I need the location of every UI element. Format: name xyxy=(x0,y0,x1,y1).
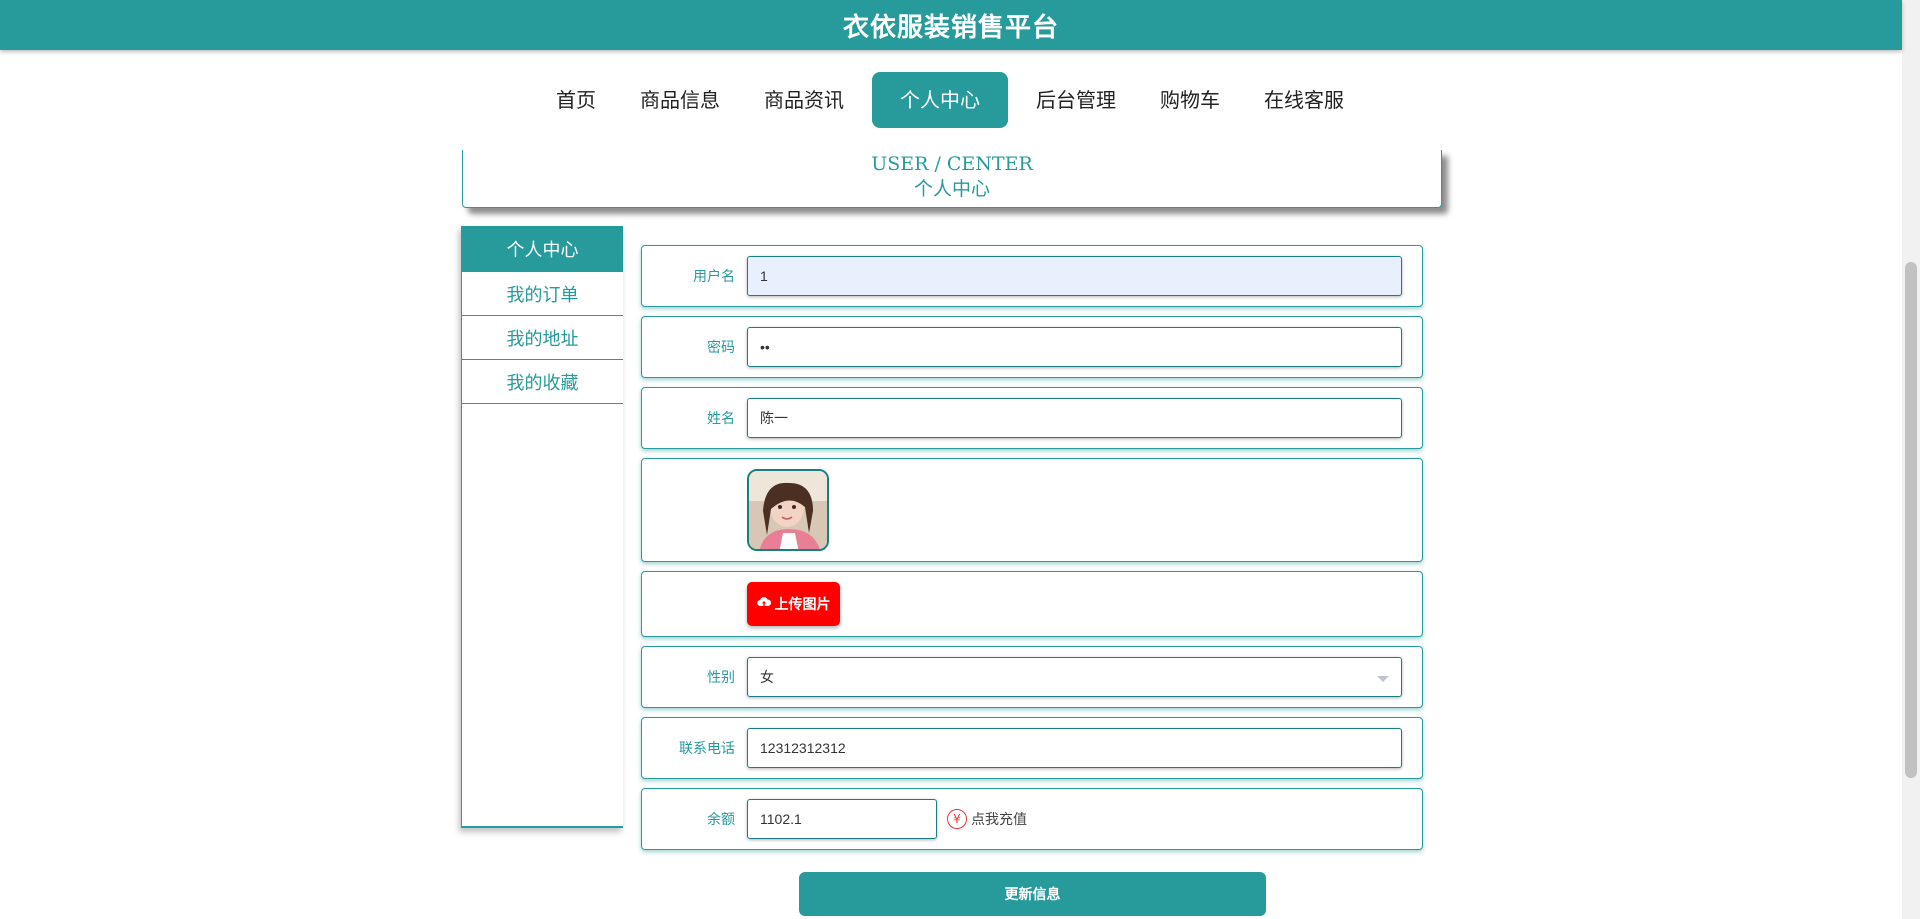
name-label: 姓名 xyxy=(707,411,735,427)
password-input[interactable]: •• xyxy=(747,327,1402,367)
balance-input[interactable]: 1102.1 xyxy=(747,799,937,839)
upload-image-button[interactable]: 上传图片 xyxy=(747,582,840,626)
top-header: 衣依服装销售平台 xyxy=(0,0,1902,50)
nav-support[interactable]: 在线客服 xyxy=(1248,72,1360,128)
avatar-image xyxy=(747,469,829,551)
password-label: 密码 xyxy=(707,340,735,356)
gender-row: 性别 女 xyxy=(641,646,1423,708)
sidebar-item-address[interactable]: 我的地址 xyxy=(462,316,623,360)
phone-label: 联系电话 xyxy=(679,741,735,757)
nav-admin[interactable]: 后台管理 xyxy=(1020,72,1132,128)
sidebar-item-user-center[interactable]: 个人中心 xyxy=(462,226,623,272)
avatar-row xyxy=(641,458,1423,562)
page-title-box: USER / CENTER 个人中心 xyxy=(462,150,1442,208)
recharge-link[interactable]: ¥ 点我充值 xyxy=(947,809,1027,829)
sidebar-item-favorites[interactable]: 我的收藏 xyxy=(462,360,623,404)
page-title-cn: 个人中心 xyxy=(913,178,990,200)
scrollbar-thumb[interactable] xyxy=(1905,262,1917,778)
password-row: 密码 •• xyxy=(641,316,1423,378)
nav-home[interactable]: 首页 xyxy=(540,72,612,128)
profile-form: 用户名 1 密码 •• 姓名 陈一 上传图片 性别 女 联系电话 1231231… xyxy=(641,245,1423,859)
sidebar-item-orders[interactable]: 我的订单 xyxy=(462,272,623,316)
balance-row: 余额 1102.1 ¥ 点我充值 xyxy=(641,788,1423,850)
nav-news[interactable]: 商品资讯 xyxy=(748,72,860,128)
username-input[interactable]: 1 xyxy=(747,256,1402,296)
upload-row: 上传图片 xyxy=(641,571,1423,637)
main-nav: 首页 商品信息 商品资讯 个人中心 后台管理 购物车 在线客服 xyxy=(0,72,1902,128)
nav-products[interactable]: 商品信息 xyxy=(624,72,736,128)
phone-input[interactable]: 12312312312 xyxy=(747,728,1402,768)
name-input[interactable]: 陈一 xyxy=(747,398,1402,438)
username-row: 用户名 1 xyxy=(641,245,1423,307)
gender-value: 女 xyxy=(760,669,774,685)
scrollbar[interactable] xyxy=(1902,0,1920,919)
site-title: 衣依服装销售平台 xyxy=(842,12,1059,43)
yen-icon: ¥ xyxy=(947,809,967,829)
page-title-en: USER / CENTER xyxy=(871,153,1033,175)
chevron-down-icon xyxy=(1377,676,1389,682)
gender-select[interactable]: 女 xyxy=(747,657,1402,697)
name-row: 姓名 陈一 xyxy=(641,387,1423,449)
user-sidebar: 个人中心 我的订单 我的地址 我的收藏 xyxy=(461,226,623,828)
balance-label: 余额 xyxy=(707,812,735,828)
cloud-upload-icon xyxy=(756,596,771,612)
gender-label: 性别 xyxy=(707,670,735,686)
username-label: 用户名 xyxy=(693,269,735,285)
update-info-button[interactable]: 更新信息 xyxy=(799,872,1266,916)
upload-image-label: 上传图片 xyxy=(774,597,831,613)
recharge-label: 点我充值 xyxy=(971,812,1027,828)
nav-user-center[interactable]: 个人中心 xyxy=(872,72,1008,128)
nav-cart[interactable]: 购物车 xyxy=(1144,72,1236,128)
phone-row: 联系电话 12312312312 xyxy=(641,717,1423,779)
